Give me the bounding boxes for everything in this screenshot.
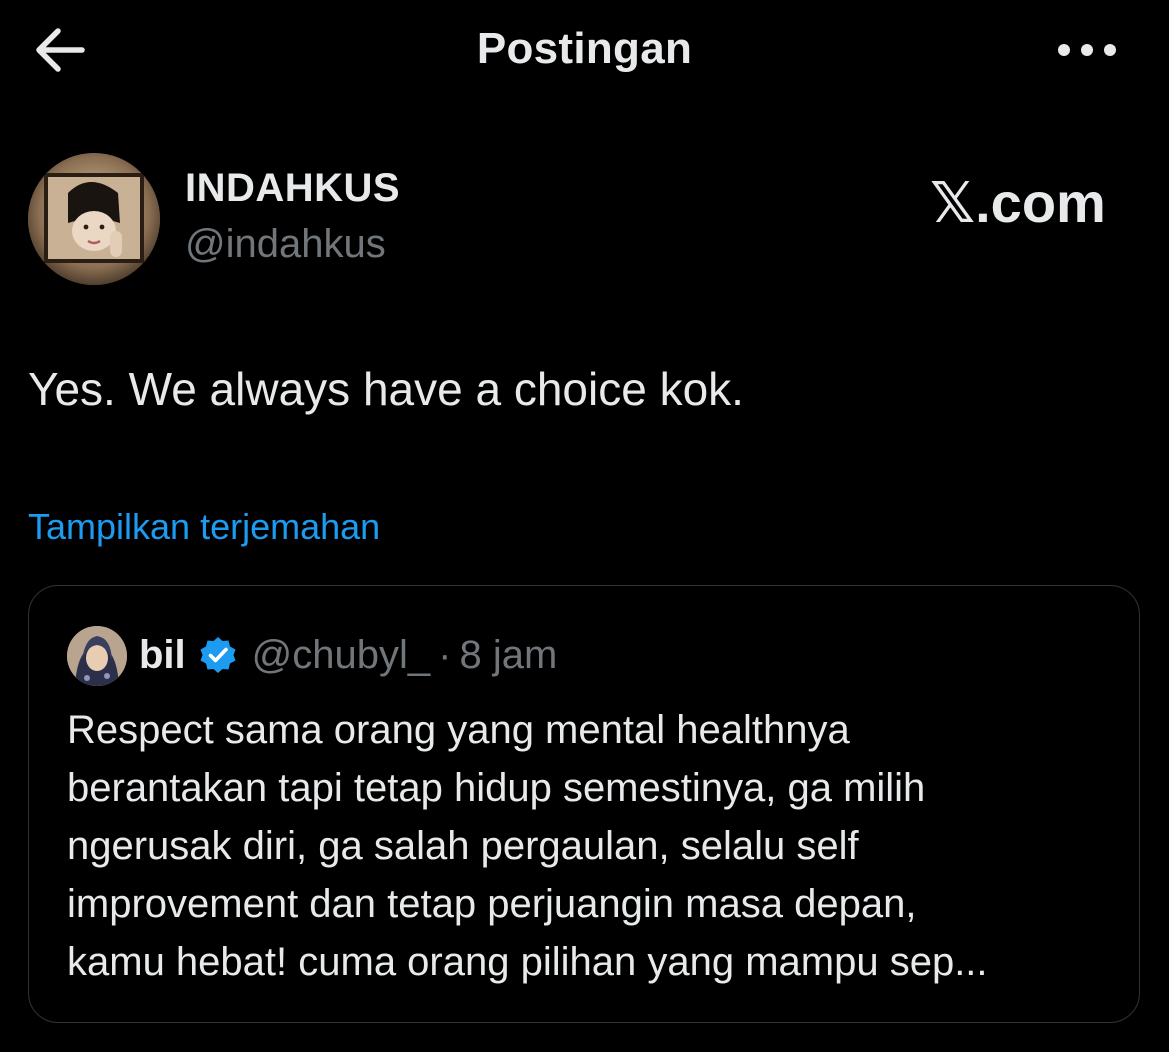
quoted-text-line: ngerusak diri, ga salah pergaulan, selal…: [67, 824, 859, 868]
quoted-author-name: bil: [139, 632, 186, 677]
more-options-button[interactable]: [1052, 30, 1122, 70]
watermark-logo: 𝕏.com: [930, 171, 1106, 234]
quoted-author-handle: @chubyl_: [251, 632, 431, 677]
top-bar: Postingan: [0, 0, 1169, 100]
author-handle[interactable]: @indahkus: [185, 222, 386, 267]
avatar-photo: [28, 153, 160, 285]
author-avatar[interactable]: [28, 153, 160, 285]
avatar-photo: [67, 626, 127, 686]
quoted-post-card[interactable]: bil @chubyl_ · 8 jam Respect sama orang …: [28, 585, 1140, 1023]
separator-dot: ·: [438, 632, 452, 677]
verified-badge-icon: [200, 637, 236, 673]
author-name[interactable]: INDAHKUS: [185, 166, 400, 211]
more-horizontal-icon: [1058, 44, 1116, 56]
quoted-text-line: kamu hebat! cuma orang pilihan yang mamp…: [67, 940, 988, 984]
quoted-text-line: berantakan tapi tetap hidup semestinya, …: [67, 766, 926, 810]
quoted-post-text: Respect sama orang yang mental healthnya…: [67, 701, 1107, 991]
quoted-post-header: bil @chubyl_ · 8 jam: [139, 630, 557, 680]
page-title: Postingan: [476, 24, 693, 73]
quoted-author-avatar: [67, 626, 127, 686]
quoted-text-line: Respect sama orang yang mental healthnya: [67, 708, 850, 752]
show-translation-link[interactable]: Tampilkan terjemahan: [28, 506, 380, 548]
quoted-post-time: 8 jam: [459, 632, 558, 677]
quoted-text-line: improvement dan tetap perjuangin masa de…: [67, 882, 917, 926]
post-text: Yes. We always have a choice kok.: [28, 363, 744, 415]
